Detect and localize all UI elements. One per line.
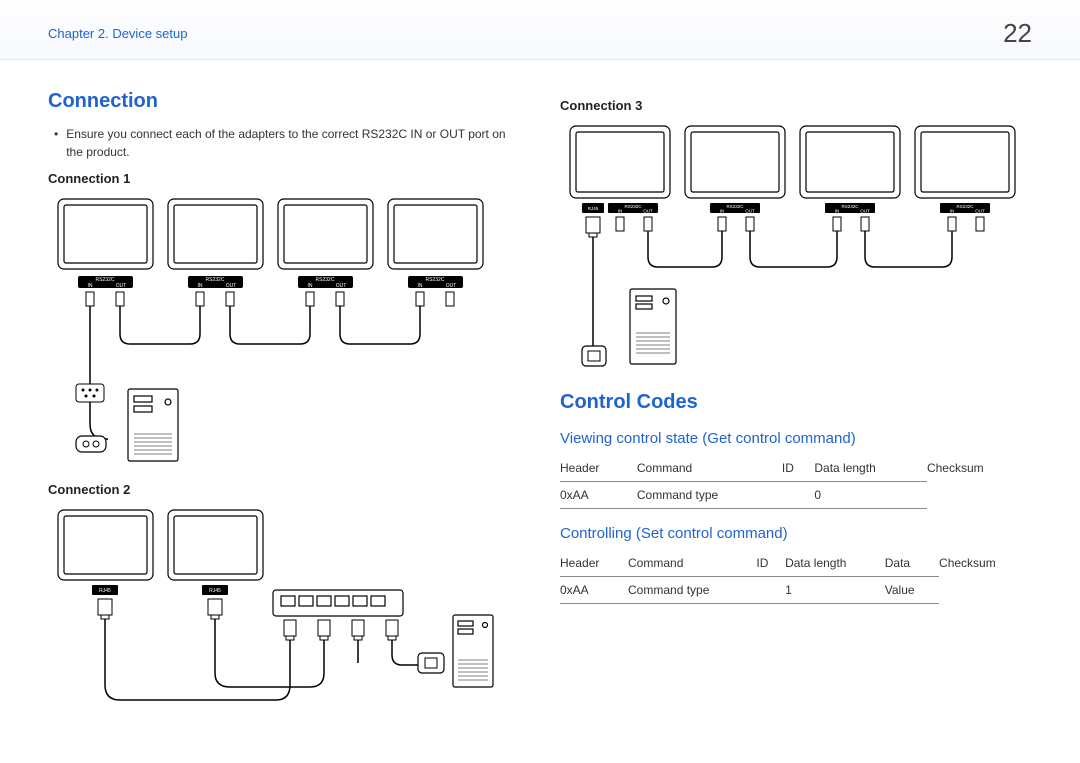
svg-text:OUT: OUT [336,283,347,289]
chapter-label: Chapter 2. Device setup [48,26,187,41]
th-command: Command [637,455,782,482]
bullet-icon [54,125,58,161]
svg-text:OUT: OUT [860,209,870,214]
svg-text:IN: IN [88,283,93,289]
td-checksum [939,577,1032,604]
connection1-svg: RS232CINOUT RS232CINOUT RS232CINOUT RS23… [48,194,498,474]
svg-text:RJ45: RJ45 [99,588,111,594]
th-command: Command [628,550,756,577]
connection3-heading: Connection 3 [560,98,1032,113]
page-header: Chapter 2. Device setup 22 [0,0,1080,60]
connection-note-text: Ensure you connect each of the adapters … [66,125,520,161]
svg-text:RS232C: RS232C [624,204,642,209]
svg-text:RS232C: RS232C [956,204,974,209]
svg-text:OUT: OUT [116,283,127,289]
th-header: Header [560,550,628,577]
page-content: Connection Ensure you connect each of th… [0,60,1080,715]
td-header: 0xAA [560,577,628,604]
td-id [756,577,785,604]
svg-text:IN: IN [720,209,725,214]
left-column: Connection Ensure you connect each of th… [48,90,520,715]
svg-text:RJ45: RJ45 [209,588,221,594]
th-id: ID [782,455,814,482]
page-number: 22 [1003,18,1032,49]
control-codes-heading: Control Codes [560,391,1032,414]
svg-text:IN: IN [418,283,423,289]
th-checksum: Checksum [927,455,1032,482]
svg-text:IN: IN [950,209,955,214]
svg-text:OUT: OUT [226,283,237,289]
th-data: Data [885,550,939,577]
svg-text:IN: IN [308,283,313,289]
connection1-heading: Connection 1 [48,171,520,186]
svg-text:RS232C: RS232C [841,204,859,209]
td-datalength: 0 [814,482,927,509]
th-datalength: Data length [814,455,927,482]
set-command-heading: Controlling (Set control command) [560,525,1032,542]
connection2-diagram: RJ45 RJ45 [48,505,520,715]
svg-text:OUT: OUT [745,209,755,214]
table-row: 0xAA Command type 0 [560,482,1032,509]
connection2-svg: RJ45 RJ45 [48,505,498,715]
td-command: Command type [637,482,782,509]
svg-text:OUT: OUT [643,209,653,214]
connection-heading: Connection [48,90,520,113]
svg-text:OUT: OUT [446,283,457,289]
connection1-diagram: RS232CINOUT RS232CINOUT RS232CINOUT RS23… [48,194,520,474]
td-datalength: 1 [785,577,885,604]
svg-text:RS232C: RS232C [206,277,225,283]
connection3-diagram: RJ45 RS232CINOUT RS232CINOUT RS232CINOUT… [560,121,1032,391]
svg-text:RS232C: RS232C [426,277,445,283]
th-header: Header [560,455,637,482]
svg-text:IN: IN [835,209,840,214]
th-checksum: Checksum [939,550,1032,577]
svg-text:RS232C: RS232C [726,204,744,209]
svg-text:IN: IN [198,283,203,289]
set-command-table: Header Command ID Data length Data Check… [560,550,1032,604]
svg-text:IN: IN [618,209,623,214]
td-data: Value [885,577,939,604]
table-row: Header Command ID Data length Data Check… [560,550,1032,577]
td-command: Command type [628,577,756,604]
svg-text:RJ45: RJ45 [588,206,599,211]
get-command-table: Header Command ID Data length Checksum 0… [560,455,1032,509]
td-id [782,482,814,509]
th-datalength: Data length [785,550,885,577]
connection2-heading: Connection 2 [48,482,520,497]
td-checksum [927,482,1032,509]
connection-note: Ensure you connect each of the adapters … [48,125,520,161]
svg-text:RS232C: RS232C [96,277,115,283]
td-header: 0xAA [560,482,637,509]
table-row: Header Command ID Data length Checksum [560,455,1032,482]
svg-text:RS232C: RS232C [316,277,335,283]
get-command-heading: Viewing control state (Get control comma… [560,430,1032,447]
th-id: ID [756,550,785,577]
right-column: Connection 3 RJ4 [560,90,1032,715]
connection3-svg: RJ45 RS232CINOUT RS232CINOUT RS232CINOUT… [560,121,1030,391]
svg-text:OUT: OUT [975,209,985,214]
table-row: 0xAA Command type 1 Value [560,577,1032,604]
